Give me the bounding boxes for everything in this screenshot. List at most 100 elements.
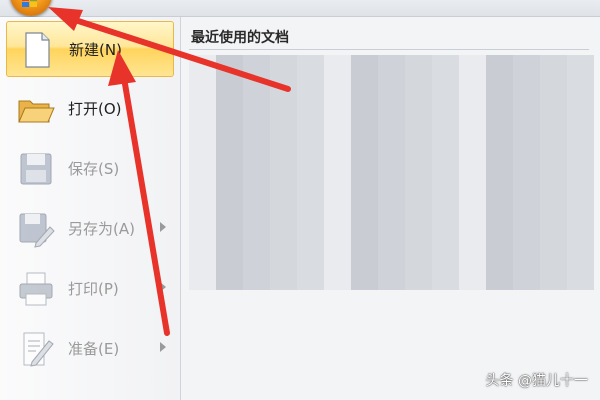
mosaic-cell (243, 81, 270, 108)
mosaic-cell (189, 81, 216, 108)
mosaic-cell (567, 55, 594, 82)
mosaic-cell (378, 81, 405, 108)
menu-item-new[interactable]: 新建(N) (6, 21, 174, 77)
mosaic-cell (432, 211, 459, 238)
mosaic-cell (189, 133, 216, 160)
mosaic-cell (486, 133, 513, 160)
mosaic-cell (324, 81, 351, 108)
mosaic-cell (351, 211, 378, 238)
mosaic-cell (378, 237, 405, 264)
mosaic-cell (243, 133, 270, 160)
mosaic-cell (486, 237, 513, 264)
menu-item-label: 打开(O) (68, 100, 122, 118)
mosaic-cell (243, 107, 270, 134)
mosaic-cell (540, 107, 567, 134)
mosaic-cell (270, 55, 297, 82)
mosaic-cell (567, 81, 594, 108)
submenu-arrow-icon (160, 342, 166, 352)
mosaic-cell (216, 107, 243, 134)
mosaic-cell (297, 211, 324, 238)
menu-item-prepare[interactable]: 准备(E) (6, 321, 174, 377)
mosaic-cell (270, 159, 297, 186)
mosaic-cell (270, 185, 297, 212)
mosaic-cell (216, 263, 243, 290)
printer-icon (16, 269, 56, 309)
mosaic-cell (513, 185, 540, 212)
mosaic-cell (486, 263, 513, 290)
mosaic-cell (567, 237, 594, 264)
mosaic-cell (540, 133, 567, 160)
mosaic-cell (189, 211, 216, 238)
office-logo-icon (22, 0, 38, 8)
mosaic-cell (432, 55, 459, 82)
mosaic-cell (513, 237, 540, 264)
mosaic-cell (459, 55, 486, 82)
mosaic-cell (513, 133, 540, 160)
mosaic-cell (513, 263, 540, 290)
mosaic-cell (324, 185, 351, 212)
mosaic-cell (243, 185, 270, 212)
mosaic-cell (405, 55, 432, 82)
mosaic-cell (567, 133, 594, 160)
recent-documents-list-pixelated (189, 55, 594, 290)
mosaic-cell (189, 159, 216, 186)
menu-item-label: 准备(E) (68, 340, 120, 358)
mosaic-cell (378, 185, 405, 212)
mosaic-cell (243, 211, 270, 238)
mosaic-cell (324, 237, 351, 264)
mosaic-cell (459, 81, 486, 108)
mosaic-cell (459, 159, 486, 186)
mosaic-cell (540, 211, 567, 238)
file-menu-panel: 新建(N) 打开(O) 保存(S) 另存为(A) 打印(P) 准备(E) (0, 17, 181, 400)
mosaic-cell (513, 159, 540, 186)
mosaic-cell (297, 263, 324, 290)
mosaic-cell (405, 263, 432, 290)
mosaic-cell (297, 159, 324, 186)
menu-item-print[interactable]: 打印(P) (6, 261, 174, 317)
mosaic-cell (378, 55, 405, 82)
mosaic-cell (270, 263, 297, 290)
mosaic-cell (432, 263, 459, 290)
menu-item-save-as[interactable]: 另存为(A) (6, 201, 174, 257)
mosaic-cell (189, 237, 216, 264)
mosaic-cell (459, 211, 486, 238)
recent-documents-title: 最近使用的文档 (191, 30, 289, 46)
mosaic-cell (297, 185, 324, 212)
mosaic-cell (540, 81, 567, 108)
mosaic-cell (405, 185, 432, 212)
mosaic-cell (216, 81, 243, 108)
recent-documents-panel: 最近使用的文档 (181, 17, 600, 400)
mosaic-cell (432, 81, 459, 108)
mosaic-cell (432, 159, 459, 186)
mosaic-cell (297, 55, 324, 82)
mosaic-cell (567, 211, 594, 238)
menu-item-save[interactable]: 保存(S) (6, 141, 174, 197)
mosaic-cell (486, 211, 513, 238)
mosaic-cell (351, 81, 378, 108)
new-document-icon (17, 30, 57, 70)
menu-item-open[interactable]: 打开(O) (6, 81, 174, 137)
mosaic-cell (324, 263, 351, 290)
mosaic-cell (324, 55, 351, 82)
mosaic-cell (540, 237, 567, 264)
mosaic-cell (540, 159, 567, 186)
mosaic-cell (189, 263, 216, 290)
mosaic-cell (216, 185, 243, 212)
mosaic-cell (486, 55, 513, 82)
mosaic-cell (432, 107, 459, 134)
mosaic-cell (513, 211, 540, 238)
mosaic-cell (432, 185, 459, 212)
menu-item-label: 打印(P) (68, 280, 119, 298)
save-disk-icon (16, 149, 56, 189)
mosaic-cell (351, 185, 378, 212)
watermark: 头条 @猫儿十一 (485, 373, 588, 389)
mosaic-cell (567, 263, 594, 290)
mosaic-cell (243, 159, 270, 186)
mosaic-cell (216, 133, 243, 160)
mosaic-cell (297, 237, 324, 264)
mosaic-cell (270, 133, 297, 160)
mosaic-cell (459, 185, 486, 212)
mosaic-cell (270, 107, 297, 134)
submenu-arrow-icon (160, 222, 166, 232)
mosaic-cell (243, 237, 270, 264)
